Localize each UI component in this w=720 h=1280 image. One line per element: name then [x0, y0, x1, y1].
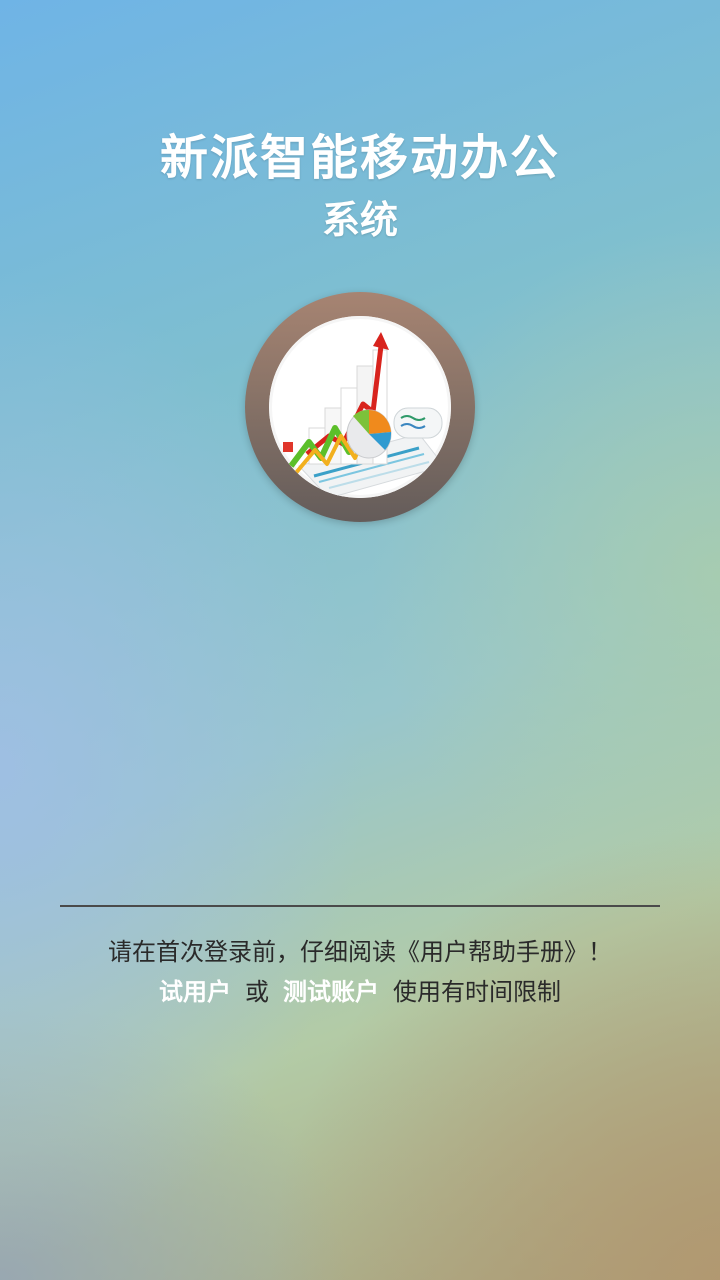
trial-notice: 试用户或测试账户 使用有时间限制	[0, 976, 720, 1008]
time-limit-text: 使用有时间限制	[393, 978, 561, 1006]
app-logo	[245, 292, 475, 522]
test-account-label: 测试账户	[283, 978, 379, 1006]
analytics-chart-icon	[269, 316, 451, 498]
or-label: 或	[245, 978, 269, 1006]
trial-user-label: 试用户	[159, 978, 231, 1006]
manual-notice-text: 请在首次登录前，仔细阅读《用户帮助手册》！	[108, 938, 612, 966]
app-title: 新派智能移动办公	[159, 130, 560, 186]
notice-block: 请在首次登录前，仔细阅读《用户帮助手册》！ 试用户或测试账户 使用有时间限制	[0, 936, 720, 1008]
app-subtitle: 系统	[321, 198, 398, 242]
divider	[60, 905, 660, 907]
title-block: 新派智能移动办公 系统	[0, 128, 720, 244]
